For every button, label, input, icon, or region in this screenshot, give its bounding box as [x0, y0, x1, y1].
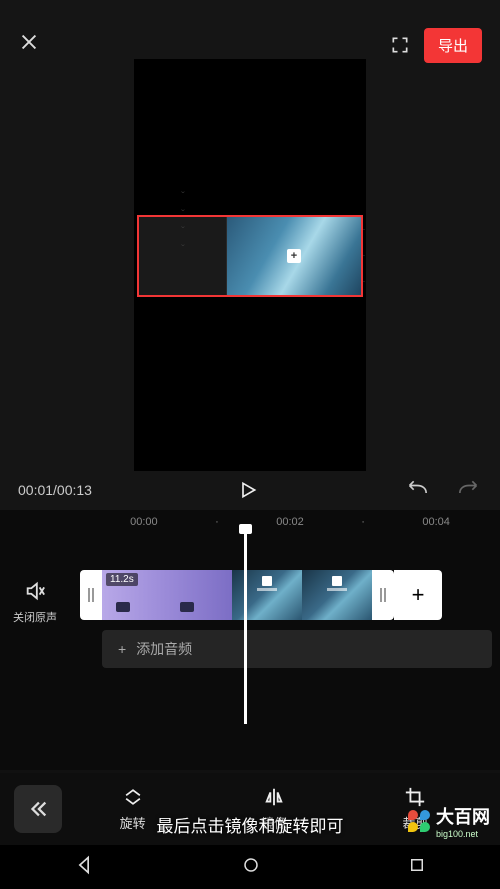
recents-icon[interactable]: [408, 856, 426, 879]
mirror-icon: [262, 786, 286, 808]
clip-duration-label: 11.2s: [106, 573, 138, 586]
timeline-clip[interactable]: [232, 570, 302, 620]
ruler-mark: 00:04: [372, 516, 500, 528]
add-audio-label: 添加音频: [136, 639, 192, 659]
undo-button[interactable]: [404, 478, 430, 503]
plus-icon: +: [287, 249, 301, 263]
rotate-label: 旋转: [120, 813, 146, 832]
preview-area: ›››› + ···: [0, 90, 500, 470]
mute-label: 关闭原声: [13, 609, 57, 625]
clip-handle-right[interactable]: [372, 570, 394, 620]
redo-button[interactable]: [456, 478, 482, 503]
clip-handle-left[interactable]: [80, 570, 102, 620]
export-button[interactable]: 导出: [424, 28, 482, 63]
selected-clip-preview[interactable]: ›››› + ···: [137, 215, 363, 297]
mirror-button[interactable]: 镜像: [261, 786, 287, 832]
crop-button[interactable]: 裁剪: [402, 786, 428, 832]
home-icon[interactable]: [242, 856, 260, 879]
collapse-toolbar-button[interactable]: [14, 785, 62, 833]
mute-icon[interactable]: [24, 580, 46, 605]
plus-icon: +: [118, 641, 126, 657]
back-icon[interactable]: [74, 855, 94, 880]
timeline-clip[interactable]: 11.2s: [102, 570, 232, 620]
play-button[interactable]: [102, 480, 394, 500]
playhead[interactable]: [244, 528, 247, 724]
add-audio-button[interactable]: + 添加音频: [102, 630, 492, 668]
time-display: 00:01/00:13: [18, 482, 92, 498]
fullscreen-icon[interactable]: [390, 35, 410, 55]
rotate-button[interactable]: 旋转: [120, 786, 146, 832]
android-navbar: [0, 845, 500, 889]
crop-icon: [404, 786, 426, 808]
crop-label: 裁剪: [402, 813, 428, 832]
rotate-icon: [121, 786, 145, 808]
video-track[interactable]: 11.2s +: [80, 570, 500, 620]
add-clip-button[interactable]: +: [394, 570, 442, 620]
preview-canvas[interactable]: ›››› + ···: [134, 59, 366, 471]
mirror-label: 镜像: [261, 813, 287, 832]
close-icon[interactable]: [18, 31, 40, 60]
timeline-clip[interactable]: [302, 570, 372, 620]
ruler-mark: 00:00: [80, 516, 208, 528]
